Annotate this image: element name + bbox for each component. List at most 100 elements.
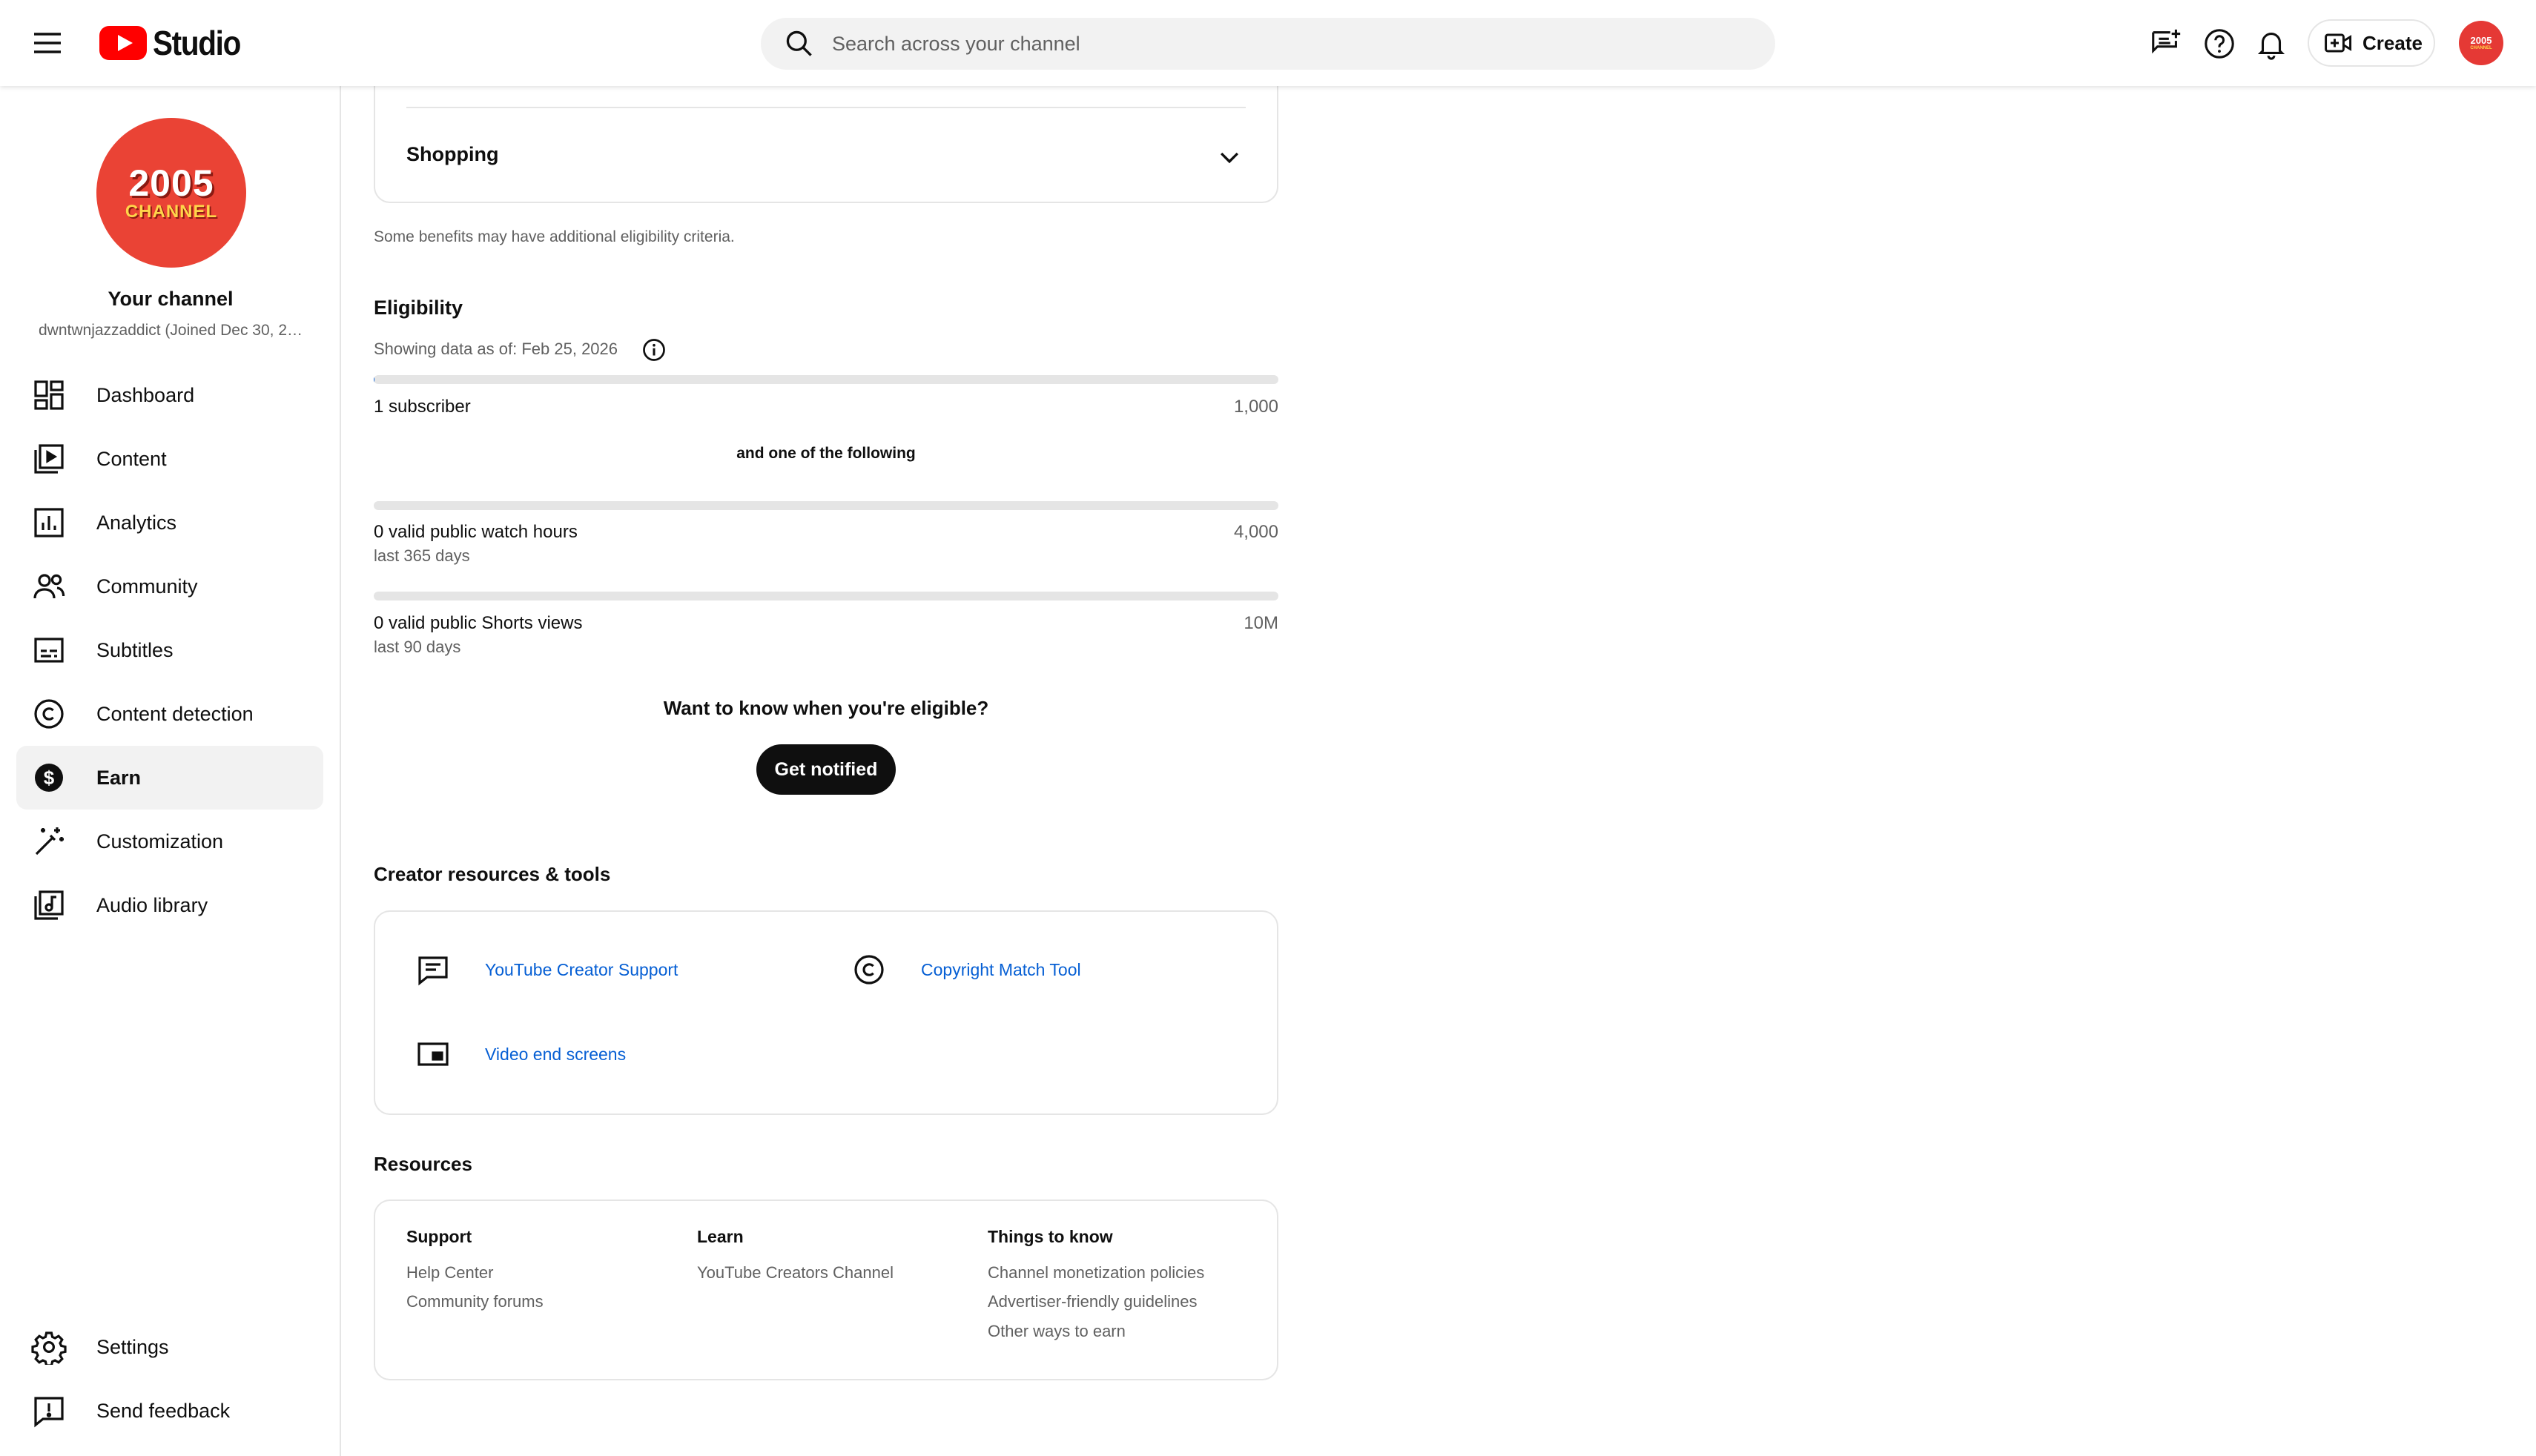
chat-icon — [418, 956, 448, 986]
comment-add-icon[interactable] — [2149, 27, 2183, 61]
create-button[interactable]: Create — [2308, 19, 2435, 67]
audio-library-icon — [31, 887, 67, 923]
magic-wand-icon — [31, 824, 67, 859]
help-center-link[interactable]: Help Center — [406, 1263, 493, 1283]
subscribers-target: 1,000 — [1233, 397, 1278, 417]
video-add-icon — [2325, 33, 2352, 53]
subscribers-progress-bar — [374, 375, 1278, 384]
watch-hours-progress-bar — [374, 501, 1278, 510]
help-icon[interactable] — [2202, 27, 2236, 61]
bell-icon[interactable] — [2254, 27, 2288, 61]
resources-title: Resources — [374, 1153, 472, 1175]
sidebar: 2005 CHANNEL Your channel dwntwnjazzaddi… — [0, 86, 341, 1456]
sidebar-item-send-feedback[interactable]: Send feedback — [16, 1379, 323, 1443]
sidebar-item-label: Settings — [96, 1335, 169, 1358]
creators-channel-link[interactable]: YouTube Creators Channel — [697, 1263, 894, 1283]
dollar-icon: $ — [31, 760, 67, 795]
channel-avatar-subtext: CHANNEL — [125, 202, 218, 222]
account-avatar-subtext: CHANNEL — [2470, 45, 2492, 50]
eligibility-title: Eligibility — [374, 297, 463, 319]
end-screens-label: Video end screens — [485, 1044, 627, 1064]
sidebar-item-content[interactable]: Content — [16, 427, 323, 491]
resources-learn-heading: Learn — [697, 1227, 744, 1246]
watch-hours-label: 0 valid public watch hours — [374, 522, 578, 542]
sidebar-item-customization[interactable]: Customization — [16, 810, 323, 873]
search-bar[interactable] — [761, 18, 1775, 70]
creator-support-label: YouTube Creator Support — [485, 959, 678, 979]
shorts-views-period: last 90 days — [374, 638, 461, 656]
other-ways-link[interactable]: Other ways to earn — [988, 1322, 1126, 1341]
monetization-policies-link[interactable]: Channel monetization policies — [988, 1263, 1204, 1283]
info-icon[interactable] — [641, 337, 667, 363]
channel-avatar-text: 2005 — [128, 162, 214, 204]
studio-logo[interactable]: Studio — [99, 22, 252, 64]
sidebar-item-settings[interactable]: Settings — [16, 1315, 323, 1379]
sidebar-item-label: Customization — [96, 830, 224, 853]
sidebar-item-label: Content — [96, 447, 167, 470]
search-icon[interactable] — [783, 27, 816, 60]
gear-icon — [31, 1329, 67, 1367]
sidebar-item-label: Send feedback — [96, 1399, 231, 1422]
sidebar-item-label: Dashboard — [96, 383, 195, 406]
creator-support-link[interactable]: YouTube Creator Support — [415, 952, 678, 987]
analytics-icon — [31, 505, 67, 540]
or-text: and one of the following — [736, 445, 916, 462]
creator-tools-title: Creator resources & tools — [374, 863, 611, 885]
create-button-label: Create — [2362, 31, 2423, 54]
menu-icon[interactable] — [30, 25, 65, 61]
sidebar-item-label: Earn — [96, 766, 142, 789]
shorts-views-label: 0 valid public Shorts views — [374, 613, 583, 633]
benefits-note: Some benefits may have additional eligib… — [374, 228, 735, 245]
sidebar-item-content-detection[interactable]: Content detection — [16, 682, 323, 746]
youtube-logo-icon — [99, 26, 147, 60]
shopping-label[interactable]: Shopping — [406, 143, 498, 166]
top-header: Studio Create 2005 CHANNEL — [0, 0, 2536, 86]
end-screens-link[interactable]: Video end screens — [415, 1036, 626, 1072]
shorts-views-target: 10M — [1244, 613, 1278, 633]
sidebar-item-subtitles[interactable]: Subtitles — [16, 618, 323, 682]
end-screen-icon — [417, 1042, 449, 1066]
community-forums-link[interactable]: Community forums — [406, 1292, 544, 1311]
sidebar-item-earn[interactable]: $ Earn — [16, 746, 323, 810]
copyright-match-link[interactable]: Copyright Match Tool — [851, 952, 1081, 987]
sidebar-item-label: Community — [96, 575, 198, 598]
content-icon — [31, 441, 67, 477]
resources-things-heading: Things to know — [988, 1227, 1113, 1246]
channel-avatar[interactable]: 2005 CHANNEL — [96, 118, 246, 268]
copyright-icon — [854, 955, 884, 985]
sidebar-item-label: Audio library — [96, 893, 208, 916]
dashboard-icon — [31, 377, 67, 413]
data-as-of: Showing data as of: Feb 25, 2026 — [374, 340, 618, 358]
subscribers-label: 1 subscriber — [374, 397, 471, 417]
account-avatar-text: 2005 — [2470, 34, 2492, 46]
sidebar-item-analytics[interactable]: Analytics — [16, 491, 323, 555]
sidebar-item-dashboard[interactable]: Dashboard — [16, 363, 323, 427]
subtitles-icon — [31, 632, 67, 668]
account-avatar[interactable]: 2005 CHANNEL — [2459, 21, 2503, 65]
feedback-icon — [31, 1393, 67, 1429]
sidebar-item-label: Content detection — [96, 702, 254, 725]
chevron-down-icon[interactable] — [1215, 142, 1244, 172]
search-input[interactable] — [832, 32, 1685, 56]
copyright-match-label: Copyright Match Tool — [921, 959, 1081, 979]
resources-support-heading: Support — [406, 1227, 472, 1246]
watch-hours-period: last 365 days — [374, 546, 470, 565]
sidebar-item-community[interactable]: Community — [16, 555, 323, 618]
get-notified-button[interactable]: Get notified — [756, 744, 896, 795]
divider — [406, 107, 1246, 108]
advertiser-guidelines-link[interactable]: Advertiser-friendly guidelines — [988, 1292, 1197, 1311]
studio-logo-text: Studio — [153, 24, 241, 62]
community-icon — [31, 569, 67, 604]
eligibility-question: Want to know when you're eligible? — [663, 697, 989, 719]
resources-card — [374, 1199, 1278, 1380]
shorts-views-progress-bar — [374, 592, 1278, 600]
creator-tools-card — [374, 910, 1278, 1115]
sidebar-item-audio-library[interactable]: Audio library — [16, 873, 323, 937]
channel-title: Your channel — [108, 288, 234, 310]
sidebar-item-label: Analytics — [96, 511, 177, 534]
svg-text:$: $ — [44, 767, 55, 789]
watch-hours-target: 4,000 — [1233, 522, 1278, 542]
copyright-icon — [31, 696, 67, 732]
channel-subtitle: dwntwnjazzaddict (Joined Dec 30, 2… — [38, 322, 303, 339]
sidebar-item-label: Subtitles — [96, 638, 174, 661]
